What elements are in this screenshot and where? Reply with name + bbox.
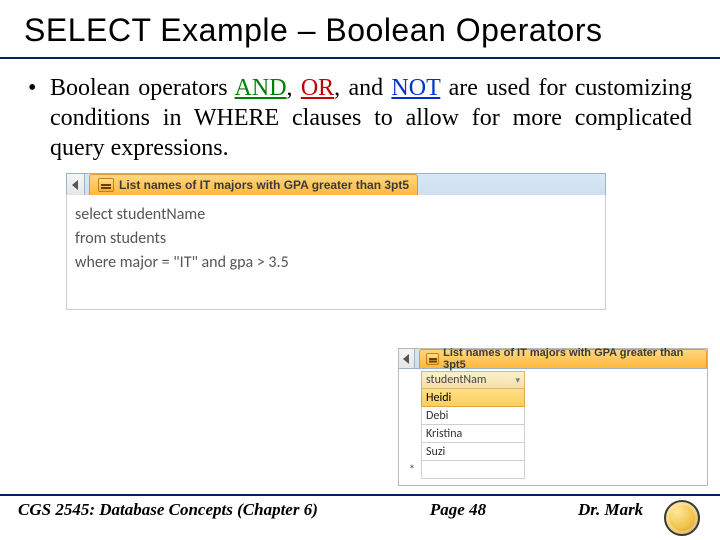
column-header[interactable]: studentNam ▾ bbox=[421, 371, 525, 389]
body-region: • Boolean operators AND, OR, and NOT are… bbox=[0, 59, 720, 310]
result-panel: List names of IT majors with GPA greater… bbox=[398, 348, 708, 486]
sql-editor[interactable]: select studentName from students where m… bbox=[66, 195, 606, 310]
slide-title: SELECT Example – Boolean Operators bbox=[0, 0, 720, 57]
new-record-icon: * bbox=[403, 463, 421, 478]
table-row[interactable]: Kristina bbox=[421, 425, 525, 443]
bullet-marker: • bbox=[28, 73, 50, 103]
chevron-left-icon bbox=[403, 354, 410, 364]
sort-dropdown-icon[interactable]: ▾ bbox=[515, 375, 520, 386]
sql-line-1: select studentName bbox=[75, 203, 597, 227]
table-row[interactable]: Suzi bbox=[421, 443, 525, 461]
footer-left: CGS 2545: Database Concepts (Chapter 6) bbox=[18, 500, 368, 520]
query-tab-1[interactable]: List names of IT majors with GPA greater… bbox=[89, 174, 418, 195]
query-tab-2[interactable]: List names of IT majors with GPA greater… bbox=[419, 349, 708, 368]
footer-page: Page 48 bbox=[368, 500, 548, 520]
table-row[interactable]: Debi bbox=[421, 407, 525, 425]
tab-label-2: List names of IT majors with GPA greater… bbox=[443, 347, 700, 371]
query-tabbar-1: List names of IT majors with GPA greater… bbox=[66, 173, 606, 195]
table-row[interactable]: Heidi bbox=[421, 389, 525, 407]
table-row[interactable] bbox=[421, 461, 525, 479]
column-header-label: studentNam bbox=[426, 373, 486, 387]
footer: CGS 2545: Database Concepts (Chapter 6) … bbox=[0, 494, 720, 540]
bullet-text: Boolean operators AND, OR, and NOT are u… bbox=[50, 73, 692, 163]
query-tabbar-2: List names of IT majors with GPA greater… bbox=[399, 349, 707, 369]
bullet-1: • Boolean operators AND, OR, and NOT are… bbox=[28, 73, 692, 163]
chevron-left-icon bbox=[72, 180, 79, 190]
query-icon bbox=[98, 178, 114, 192]
operator-and: AND bbox=[235, 75, 287, 101]
sql-line-2: from students bbox=[75, 227, 597, 251]
ucf-logo bbox=[664, 500, 700, 536]
tab-scroll-left-2[interactable] bbox=[399, 349, 415, 368]
query-icon bbox=[426, 353, 440, 365]
tab-scroll-left-1[interactable] bbox=[67, 174, 85, 195]
sql-line-3: where major = "IT" and gpa > 3.5 bbox=[75, 251, 597, 275]
operator-not: NOT bbox=[391, 75, 440, 101]
slide: SELECT Example – Boolean Operators • Boo… bbox=[0, 0, 720, 540]
operator-or: OR bbox=[301, 75, 334, 101]
datasheet-grid[interactable]: studentNam ▾ Heidi Debi Kristina Suzi * bbox=[399, 369, 707, 485]
new-record-row[interactable]: * bbox=[403, 461, 707, 479]
title-rule: SELECT Example – Boolean Operators bbox=[0, 0, 720, 59]
tab-label-1: List names of IT majors with GPA greater… bbox=[119, 178, 409, 192]
